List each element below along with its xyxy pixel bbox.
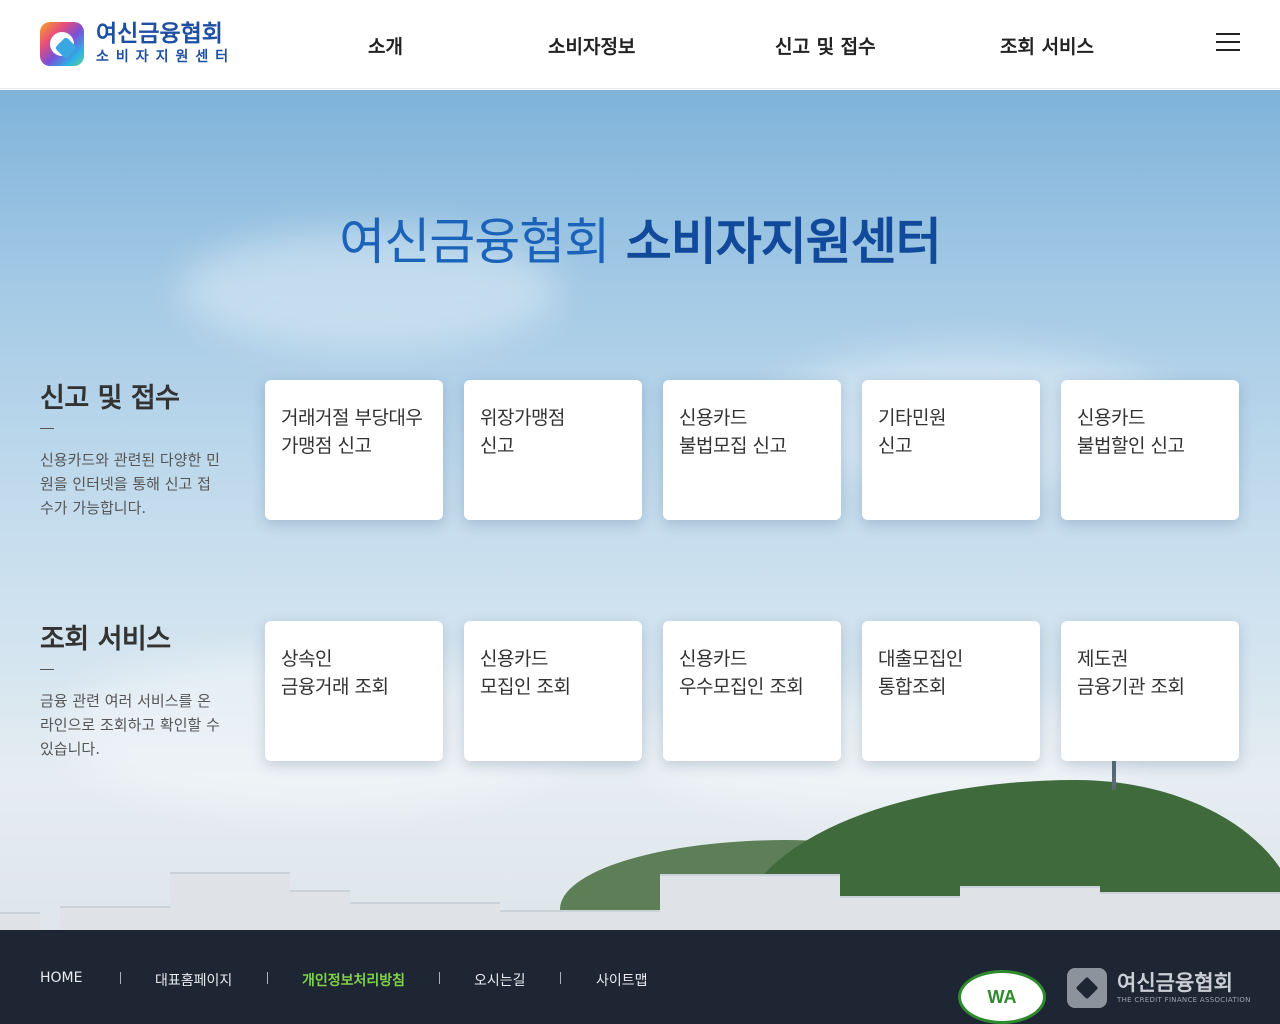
scenery-city bbox=[0, 850, 1280, 930]
card-line-2: 우수모집인 조회 bbox=[679, 676, 804, 698]
card-disguised-merchant-report[interactable]: 위장가맹점 신고 bbox=[464, 380, 642, 520]
card-line-2: 신고 bbox=[878, 435, 912, 457]
card-line-2: 불법모집 신고 bbox=[679, 435, 787, 457]
card-line-2: 통합조회 bbox=[878, 676, 946, 698]
footer-separator bbox=[439, 972, 440, 984]
card-illegal-discount-report[interactable]: 신용카드 불법할인 신고 bbox=[1061, 380, 1239, 520]
card-line-1: 상속인 bbox=[281, 648, 332, 670]
logo-text: 여신금융협회 소비자지원센터 bbox=[96, 22, 235, 66]
footer-link-home[interactable]: HOME bbox=[40, 970, 82, 986]
hero-title: 여신금융협회 소비자지원센터 bbox=[0, 202, 1280, 274]
footer-link-directions[interactable]: 오시는길 bbox=[474, 970, 526, 990]
footer-logo-subtitle: THE CREDIT FINANCE ASSOCIATION bbox=[1117, 996, 1251, 1004]
card-line-1: 제도권 bbox=[1077, 648, 1128, 670]
inquiry-section-divider bbox=[40, 669, 54, 670]
card-line-2: 금융기관 조회 bbox=[1077, 676, 1185, 698]
report-section-divider bbox=[40, 428, 54, 429]
card-line-1: 신용카드 bbox=[480, 648, 548, 670]
wa-certification-icon[interactable]: WA bbox=[958, 970, 1046, 1024]
hero-title-bold: 소비자지원센터 bbox=[625, 213, 942, 271]
nav-item-inquiry[interactable]: 조회 서비스 bbox=[1000, 32, 1094, 59]
report-section-title: 신고 및 접수 bbox=[40, 383, 180, 414]
footer-separator bbox=[267, 972, 268, 984]
footer-logo-mark-icon bbox=[1067, 968, 1107, 1008]
card-loan-recruiter-inquiry[interactable]: 대출모집인 통합조회 bbox=[862, 621, 1040, 761]
card-line-1: 거래거절 부당대우 bbox=[281, 407, 423, 429]
hero-section: 여신금융협회 소비자지원센터 신고 및 접수 신용카드와 관련된 다양한 민원을… bbox=[0, 90, 1280, 930]
logo-mark-icon bbox=[40, 22, 84, 66]
card-line-2: 모집인 조회 bbox=[480, 676, 571, 698]
wa-badge-text: WA bbox=[987, 986, 1017, 1007]
card-excellent-recruiter-inquiry[interactable]: 신용카드 우수모집인 조회 bbox=[663, 621, 841, 761]
card-line-2: 불법할인 신고 bbox=[1077, 435, 1185, 457]
card-line-1: 신용카드 bbox=[679, 407, 747, 429]
card-illegal-recruit-report[interactable]: 신용카드 불법모집 신고 bbox=[663, 380, 841, 520]
report-section-desc: 신용카드와 관련된 다양한 민원을 인터넷을 통해 신고 접수가 가능합니다. bbox=[40, 451, 220, 517]
nav-item-report[interactable]: 신고 및 접수 bbox=[775, 32, 876, 59]
footer-separator bbox=[560, 972, 561, 984]
card-line-1: 대출모집인 bbox=[878, 648, 963, 670]
site-logo[interactable]: 여신금융협회 소비자지원센터 bbox=[40, 21, 235, 67]
footer-link-main-site[interactable]: 대표홈페이지 bbox=[155, 970, 232, 990]
nav-item-intro[interactable]: 소개 bbox=[368, 32, 403, 59]
card-heir-inquiry[interactable]: 상속인 금융거래 조회 bbox=[265, 621, 443, 761]
menu-icon[interactable] bbox=[1216, 33, 1240, 53]
card-institution-inquiry[interactable]: 제도권 금융기관 조회 bbox=[1061, 621, 1239, 761]
card-line-1: 기타민원 bbox=[878, 407, 946, 429]
footer-logo-text: 여신금융협회 THE CREDIT FINANCE ASSOCIATION bbox=[1117, 971, 1251, 1005]
site-header: 여신금융협회 소비자지원센터 소개 소비자정보 신고 및 접수 조회 서비스 bbox=[0, 0, 1280, 89]
card-line-1: 신용카드 bbox=[1077, 407, 1145, 429]
card-line-2: 가맹점 신고 bbox=[281, 435, 372, 457]
logo-title: 여신금융협회 bbox=[96, 21, 223, 47]
card-refusal-report[interactable]: 거래거절 부당대우 가맹점 신고 bbox=[265, 380, 443, 520]
footer-link-sitemap[interactable]: 사이트맵 bbox=[596, 970, 648, 990]
card-line-2: 금융거래 조회 bbox=[281, 676, 389, 698]
card-line-1: 위장가맹점 bbox=[480, 407, 565, 429]
site-footer: HOME 대표홈페이지 개인정보처리방침 오시는길 사이트맵 WA 여신금융협회… bbox=[0, 930, 1280, 1024]
inquiry-section-desc: 금융 관련 여러 서비스를 온라인으로 조회하고 확인할 수 있습니다. bbox=[40, 692, 220, 758]
logo-subtitle: 소비자지원센터 bbox=[96, 49, 236, 65]
inquiry-section-title: 조회 서비스 bbox=[40, 624, 171, 655]
footer-logo[interactable]: 여신금융협회 THE CREDIT FINANCE ASSOCIATION bbox=[1067, 968, 1251, 1008]
hero-title-light: 여신금융협회 bbox=[339, 213, 610, 271]
footer-logo-title: 여신금융협회 bbox=[1117, 971, 1233, 995]
card-recruiter-inquiry[interactable]: 신용카드 모집인 조회 bbox=[464, 621, 642, 761]
nav-item-consumer-info[interactable]: 소비자정보 bbox=[548, 32, 635, 59]
footer-link-privacy[interactable]: 개인정보처리방침 bbox=[302, 970, 405, 990]
card-line-1: 신용카드 bbox=[679, 648, 747, 670]
card-line-2: 신고 bbox=[480, 435, 514, 457]
footer-separator bbox=[120, 972, 121, 984]
card-other-complaint-report[interactable]: 기타민원 신고 bbox=[862, 380, 1040, 520]
